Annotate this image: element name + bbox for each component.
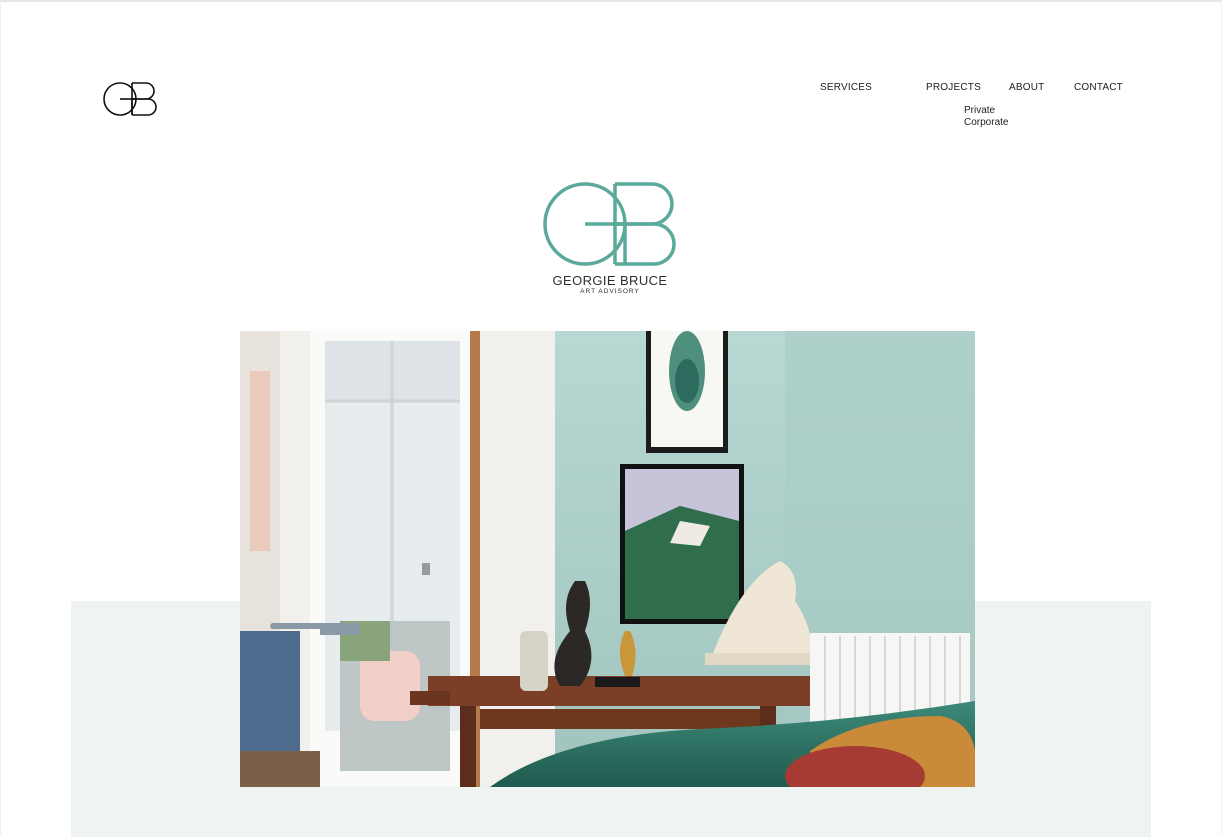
brand-name: GEORGIE BRUCE xyxy=(552,273,668,288)
gb-logo-icon[interactable] xyxy=(102,78,162,120)
nav-projects[interactable]: PROJECTS xyxy=(926,82,981,93)
nav-contact[interactable]: CONTACT xyxy=(1074,82,1123,93)
submenu-item-private[interactable]: Private xyxy=(964,105,1008,117)
submenu-item-corporate[interactable]: Corporate xyxy=(964,117,1008,129)
nav-about[interactable]: ABOUT xyxy=(1009,82,1044,93)
brand-tagline: ART ADVISORY xyxy=(580,288,640,295)
projects-submenu: Private Corporate xyxy=(964,105,1008,129)
nav-services[interactable]: SERVICES xyxy=(820,82,872,93)
interior-photo-icon xyxy=(240,331,975,787)
hero-image xyxy=(240,331,975,787)
